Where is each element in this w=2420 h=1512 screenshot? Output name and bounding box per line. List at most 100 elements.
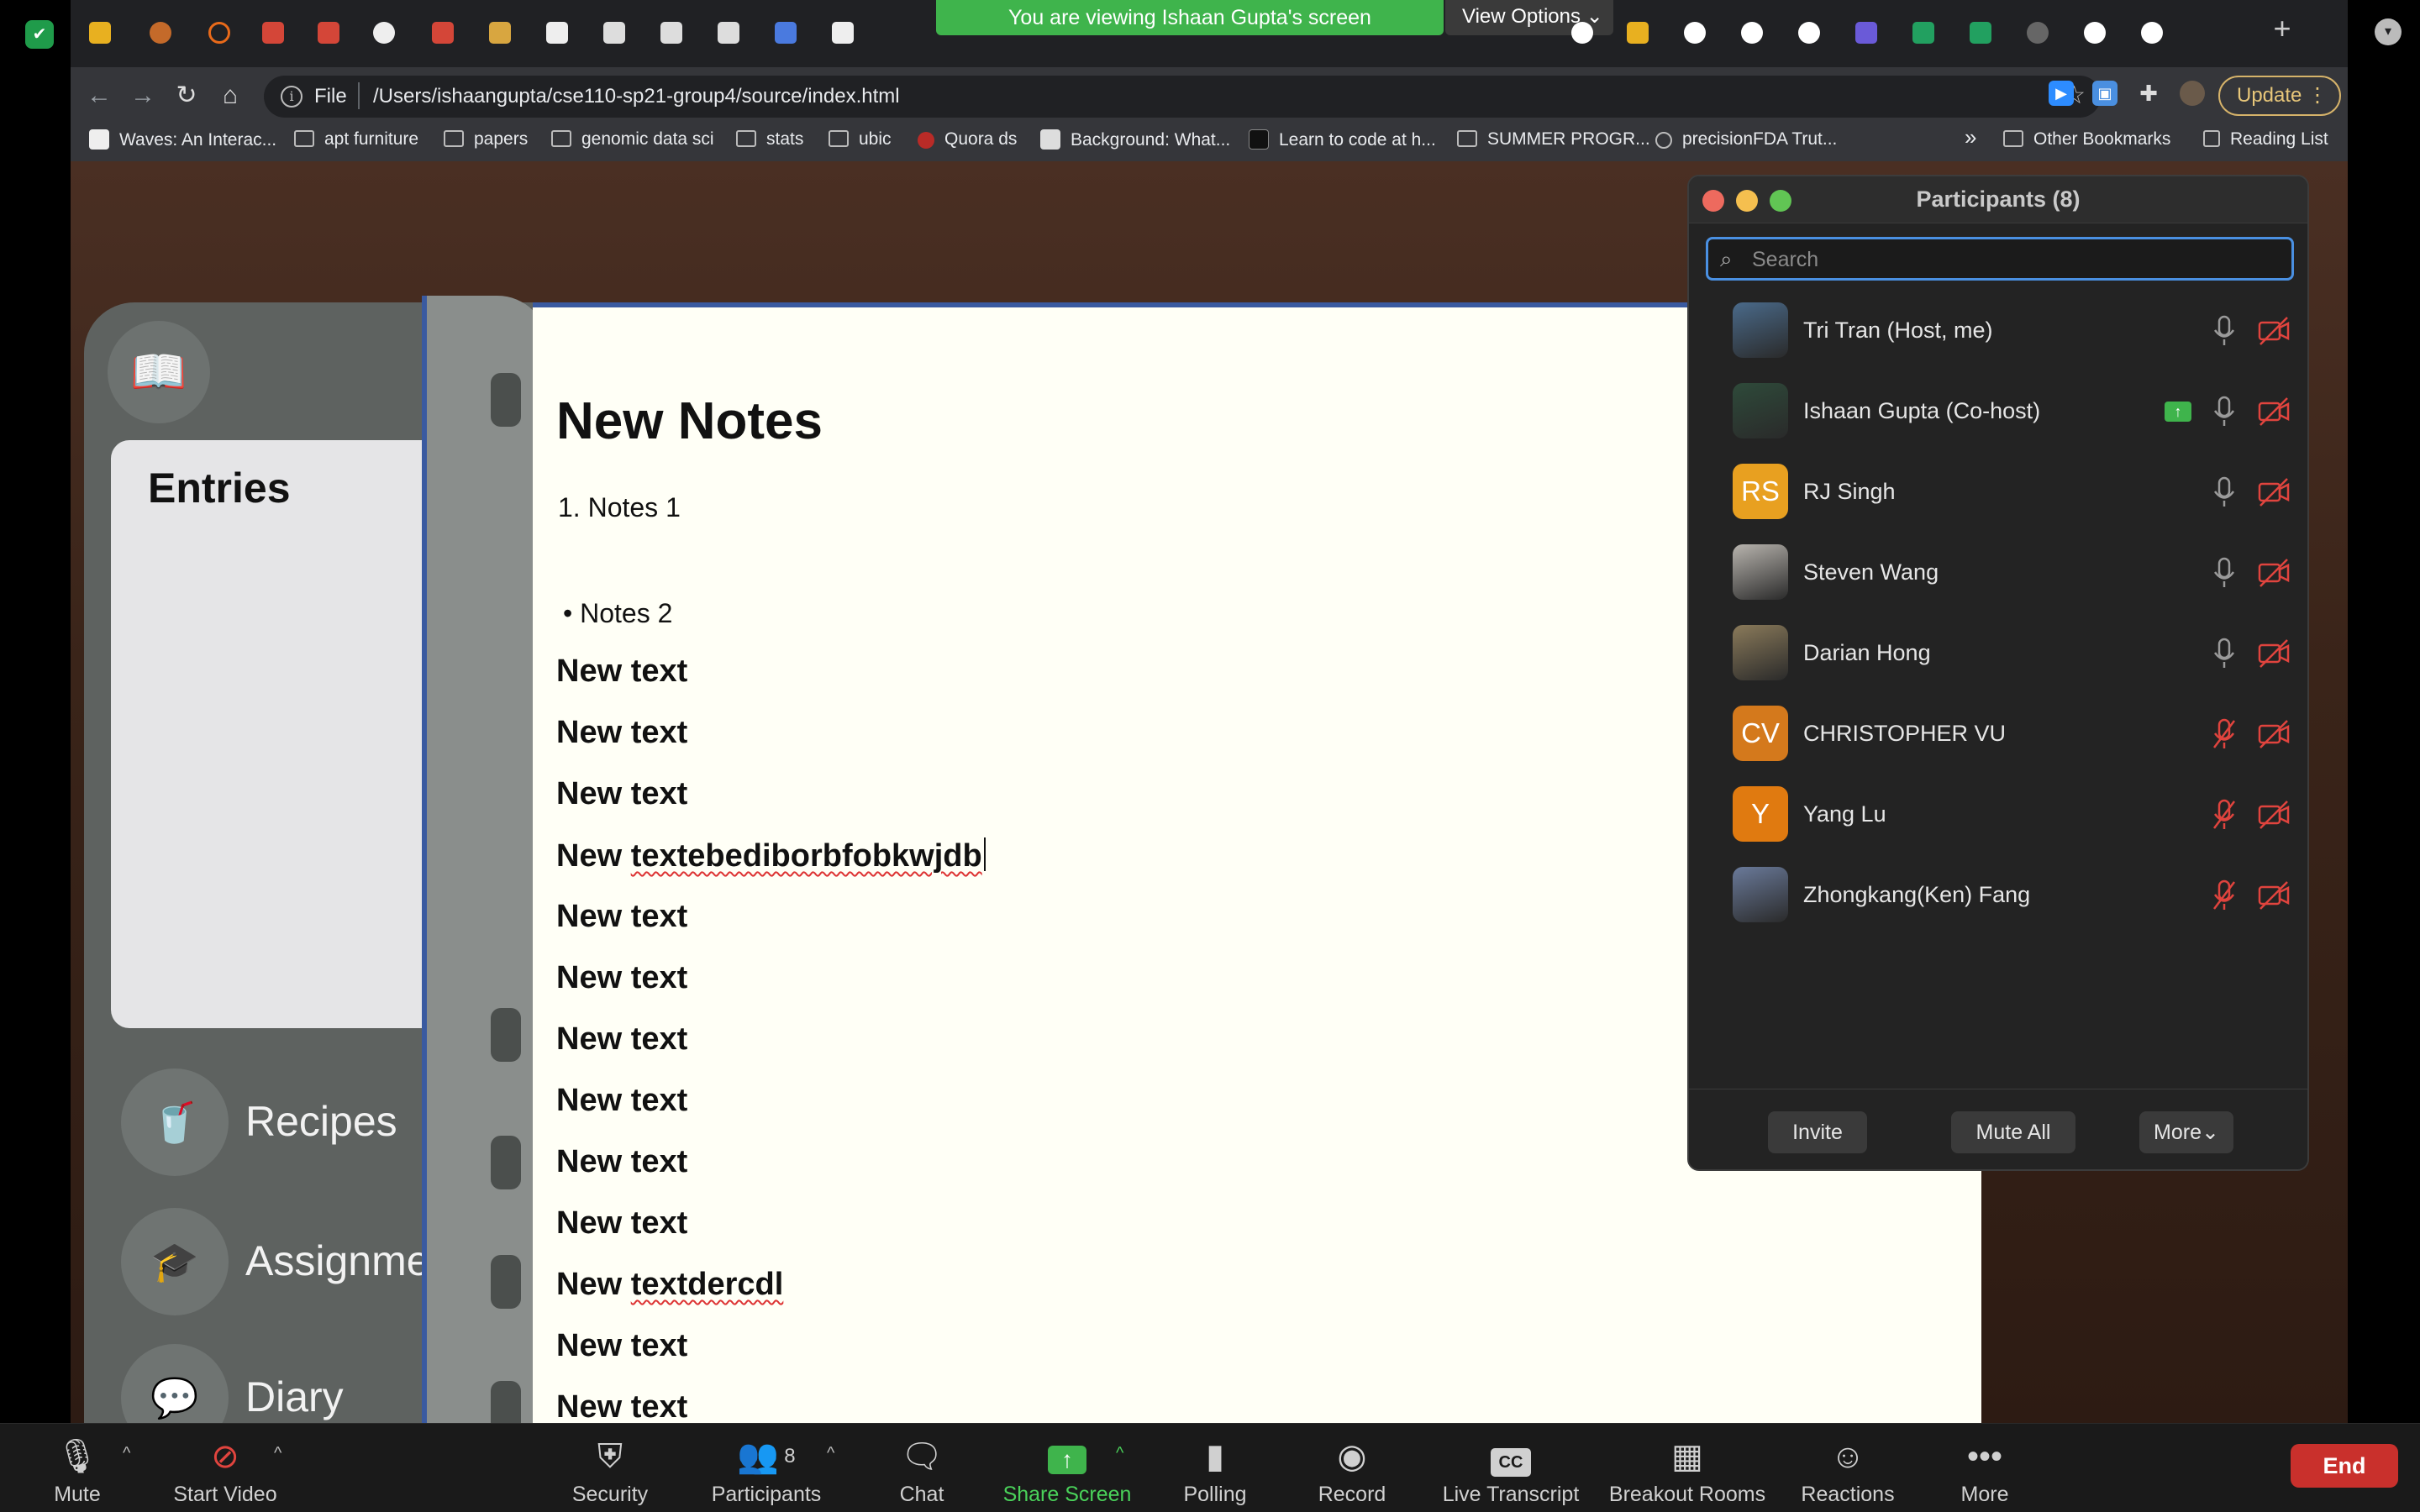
gmail-tab-icon[interactable]: [262, 22, 284, 44]
update-button[interactable]: Update ⋮: [2218, 76, 2341, 116]
bookmark-item[interactable]: precisionFDA Trut...: [1655, 129, 1837, 150]
other-bookmarks-folder[interactable]: Other Bookmarks: [2003, 129, 2170, 150]
info-icon[interactable]: i: [281, 86, 302, 108]
participants-search[interactable]: ⌕: [1706, 237, 2294, 281]
more-button[interactable]: More⌄: [2139, 1111, 2233, 1153]
note-text-line[interactable]: New text: [556, 1389, 687, 1423]
tab-favicon-icon[interactable]: [546, 22, 568, 44]
docs-tab-icon[interactable]: [775, 22, 797, 44]
note-text-line[interactable]: New text: [556, 1328, 687, 1364]
security-button[interactable]: ⛨ Security: [566, 1436, 654, 1506]
reading-list-button[interactable]: Reading List: [2203, 129, 2328, 150]
note-text-line[interactable]: New text: [556, 899, 687, 935]
mute-button[interactable]: 🎙 Mute: [39, 1436, 116, 1506]
google-tab-icon[interactable]: [2141, 22, 2163, 44]
participant-row[interactable]: Steven Wang: [1689, 533, 2307, 613]
more-options-button[interactable]: ••• More: [1954, 1436, 2015, 1506]
gmail-tab-icon[interactable]: [318, 22, 339, 44]
github-tab-icon[interactable]: [373, 22, 395, 44]
video-off-icon[interactable]: [2257, 719, 2291, 749]
participant-row[interactable]: Y Yang Lu: [1689, 774, 2307, 855]
tab-search-icon[interactable]: ▾: [2375, 18, 2402, 45]
tab-favicon-icon[interactable]: [718, 22, 739, 44]
video-off-icon[interactable]: [2257, 880, 2291, 911]
puzzle-extensions-icon[interactable]: ✚: [2136, 81, 2161, 106]
forms-tab-icon[interactable]: [1855, 22, 1877, 44]
zoom-extension-icon[interactable]: ▶: [2049, 81, 2074, 106]
mic-muted-icon[interactable]: [2212, 879, 2237, 912]
google-tab-icon[interactable]: [1684, 22, 1706, 44]
live-transcript-button[interactable]: CC Live Transcript: [1439, 1436, 1583, 1506]
note-text-line[interactable]: New text: [556, 654, 687, 690]
address-bar[interactable]: i File /Users/ishaangupta/cse110-sp21-gr…: [264, 76, 2101, 118]
ordered-list-item[interactable]: 1. Notes 1: [558, 492, 681, 523]
tab-favicon-icon[interactable]: [660, 22, 682, 44]
bookmark-folder[interactable]: ubic: [829, 129, 892, 150]
bookmark-folder[interactable]: genomic data sci: [551, 129, 714, 150]
end-meeting-button[interactable]: End: [2291, 1444, 2398, 1488]
microphone-icon[interactable]: [2212, 314, 2237, 348]
note-text-line[interactable]: New text: [556, 1021, 687, 1058]
start-video-button[interactable]: ⊘ Start Video: [165, 1436, 286, 1506]
tab-favicon-icon[interactable]: [89, 22, 111, 44]
search-input[interactable]: [1752, 246, 2273, 273]
note-text-line[interactable]: New text: [556, 776, 687, 812]
url-text[interactable]: /Users/ishaangupta/cse110-sp21-group4/so…: [373, 85, 900, 108]
bullet-list-item[interactable]: • Notes 2: [563, 598, 672, 629]
microphone-icon[interactable]: [2212, 556, 2237, 590]
bookmarks-overflow-icon[interactable]: »: [1965, 124, 1976, 150]
bookmark-item[interactable]: Quora ds: [918, 129, 1017, 150]
polling-button[interactable]: ▮ Polling: [1180, 1436, 1250, 1506]
tab-favicon-icon[interactable]: [832, 22, 854, 44]
google-tab-icon[interactable]: [1571, 22, 1593, 44]
microphone-icon[interactable]: [2212, 475, 2237, 509]
video-options-caret-icon[interactable]: ^: [274, 1444, 281, 1463]
reload-icon[interactable]: ↻: [170, 79, 203, 113]
note-text-line[interactable]: New text: [556, 1205, 687, 1242]
kebab-menu-icon[interactable]: ⋮: [2307, 77, 2328, 114]
screencast-extension-icon[interactable]: ▣: [2092, 81, 2118, 106]
bookmark-folder[interactable]: apt furniture: [294, 129, 418, 150]
tab-favicon-icon[interactable]: [2027, 22, 2049, 44]
profile-avatar[interactable]: [2180, 81, 2205, 106]
note-text-line[interactable]: New text: [556, 715, 687, 751]
participant-row[interactable]: Ishaan Gupta (Co-host) ↑: [1689, 371, 2307, 452]
participant-row[interactable]: Darian Hong: [1689, 613, 2307, 694]
video-off-icon[interactable]: [2257, 558, 2291, 588]
bookmark-item[interactable]: Learn to code at h...: [1249, 129, 1436, 150]
invite-button[interactable]: Invite: [1768, 1111, 1867, 1153]
shield-icon[interactable]: ✔: [25, 20, 54, 49]
bookmark-folder[interactable]: stats: [736, 129, 803, 150]
google-tab-icon[interactable]: [1798, 22, 1820, 44]
tab-favicon-icon[interactable]: [489, 22, 511, 44]
record-button[interactable]: ◉ Record: [1316, 1436, 1388, 1506]
bookmark-folder[interactable]: SUMMER PROGR...: [1457, 129, 1650, 150]
forward-arrow-icon[interactable]: →: [126, 79, 160, 113]
home-icon[interactable]: ⌂: [213, 79, 247, 113]
video-off-icon[interactable]: [2257, 477, 2291, 507]
sheets-tab-icon[interactable]: [1912, 22, 1934, 44]
participant-row[interactable]: CV CHRISTOPHER VU: [1689, 694, 2307, 774]
gmail-tab-icon[interactable]: [432, 22, 454, 44]
bookmark-folder[interactable]: papers: [444, 129, 528, 150]
video-off-icon[interactable]: [2257, 638, 2291, 669]
note-text-line[interactable]: New text: [556, 960, 687, 996]
reactions-button[interactable]: ☺ Reactions: [1800, 1436, 1896, 1506]
bookmark-item[interactable]: Background: What...: [1040, 129, 1230, 150]
chat-button[interactable]: 🗨 Chat: [892, 1436, 951, 1506]
audio-options-caret-icon[interactable]: ^: [123, 1444, 130, 1463]
tab-favicon-icon[interactable]: [603, 22, 625, 44]
mute-all-button[interactable]: Mute All: [1951, 1111, 2075, 1153]
mic-muted-icon[interactable]: [2212, 717, 2237, 751]
participant-row[interactable]: Tri Tran (Host, me): [1689, 291, 2307, 371]
note-text-line[interactable]: New textdercdl: [556, 1267, 783, 1303]
back-arrow-icon[interactable]: ←: [82, 79, 116, 113]
participant-row[interactable]: Zhongkang(Ken) Fang: [1689, 855, 2307, 936]
new-tab-icon[interactable]: +: [2267, 13, 2297, 44]
tab-favicon-icon[interactable]: [208, 22, 230, 44]
share-screen-button[interactable]: ↑ Share Screen: [1000, 1436, 1134, 1506]
google-tab-icon[interactable]: [1741, 22, 1763, 44]
participant-row[interactable]: RS RJ Singh: [1689, 452, 2307, 533]
video-off-icon[interactable]: [2257, 800, 2291, 830]
bookmark-item[interactable]: Waves: An Interac...: [89, 129, 276, 150]
